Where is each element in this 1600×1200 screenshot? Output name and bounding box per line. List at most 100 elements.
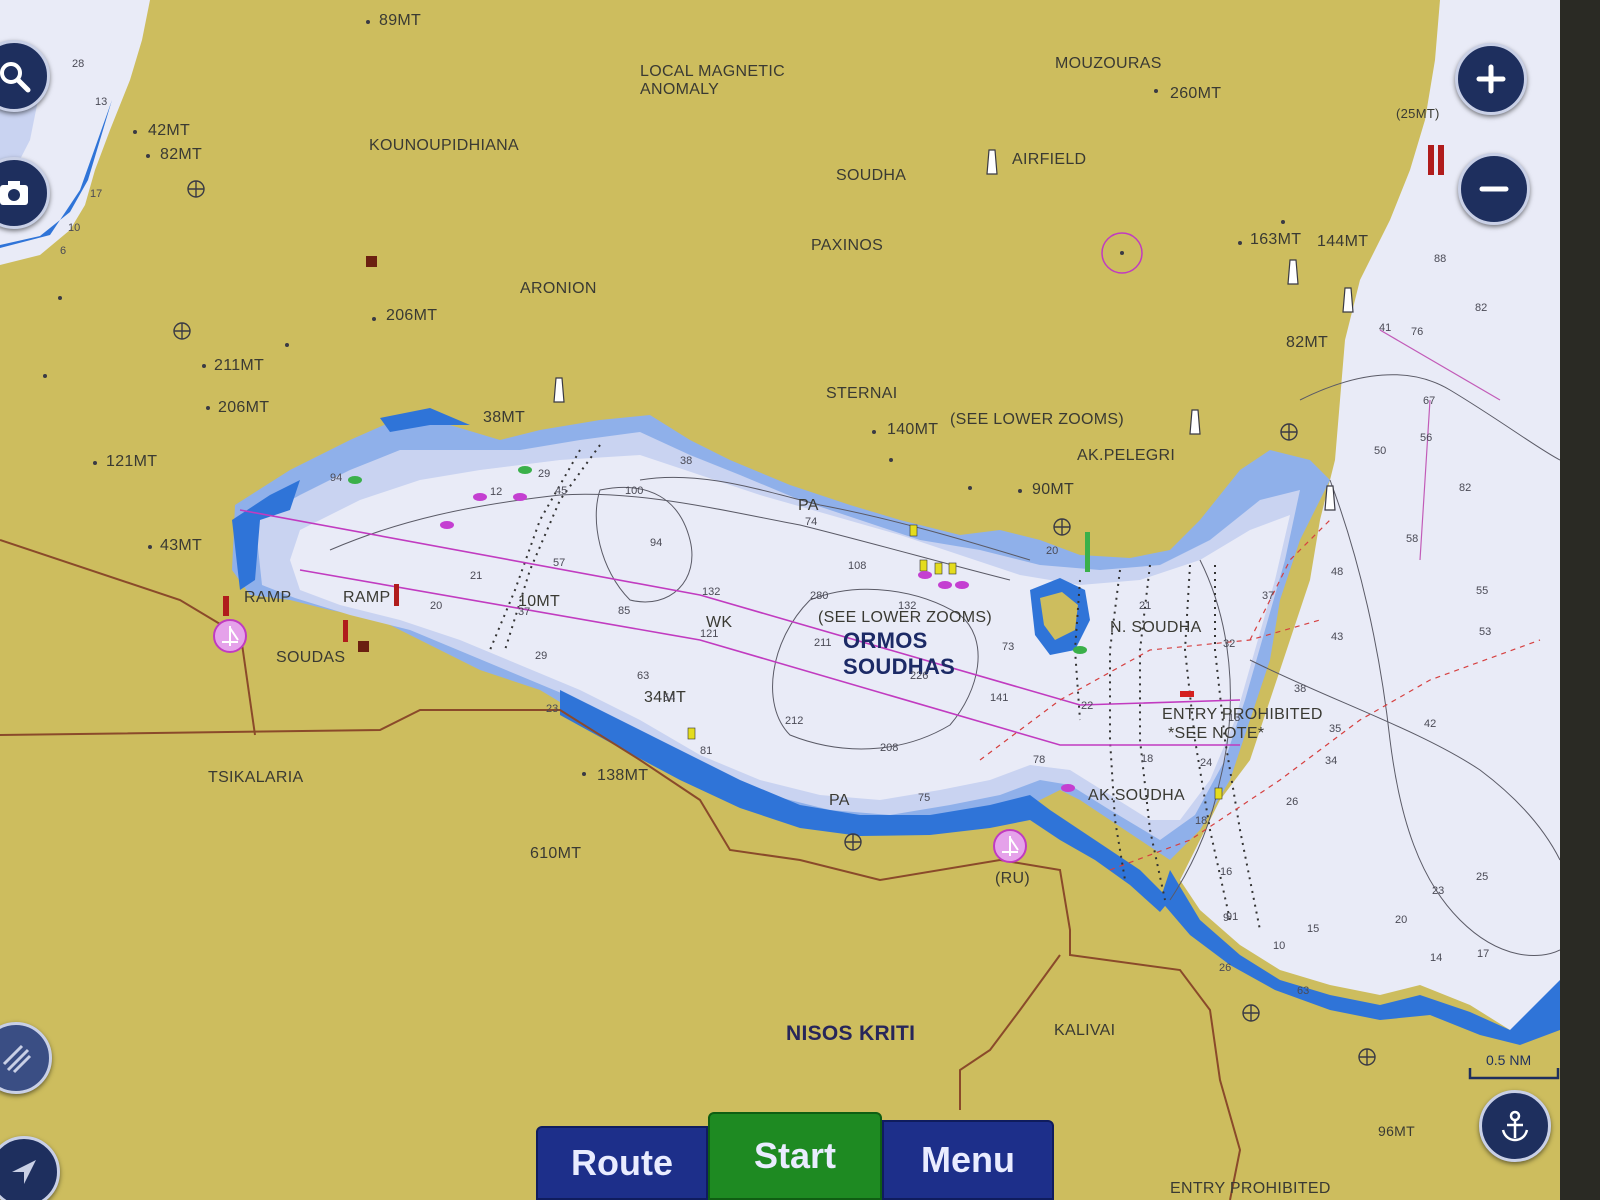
place-sternai: STERNAI: [826, 385, 898, 402]
depth-sounding: 48: [1331, 566, 1344, 578]
depth-sounding: 24: [1200, 757, 1213, 769]
height-82mt-north: 82MT: [160, 146, 203, 163]
depth-sounding: 17: [1477, 948, 1490, 960]
depth-sounding: 75: [918, 792, 931, 804]
height-138mt: 138MT: [597, 767, 649, 784]
place-kounoupidhiana: KOUNOUPIDHIANA: [369, 137, 519, 154]
height-38mt: 38MT: [483, 409, 526, 426]
place-paxinos: PAXINOS: [811, 237, 884, 254]
place-pa-1: PA: [798, 497, 819, 514]
height-43mt: 43MT: [160, 537, 203, 554]
depth-sounding: 226: [910, 670, 929, 682]
zoom-out-button[interactable]: [1458, 153, 1530, 225]
anchor-alarm-button[interactable]: [1479, 1090, 1551, 1162]
menu-button[interactable]: Menu: [882, 1120, 1054, 1200]
height-206mt-west: 206MT: [218, 399, 270, 416]
depth-sounding: 132: [898, 600, 917, 612]
depth-sounding: 82: [1459, 482, 1472, 494]
depth-sounding: 22: [1081, 700, 1094, 712]
scale-label: 0.5 NM: [1486, 1052, 1532, 1068]
depth-sounding: 42: [1424, 718, 1437, 730]
depth-sounding: 45: [555, 485, 568, 497]
depth-sounding: 212: [785, 715, 804, 727]
depth-sounding: 17: [90, 188, 103, 200]
depth-sounding: 21: [1139, 600, 1152, 612]
depth-sounding: 76: [1411, 326, 1424, 338]
depth-sounding: 121: [700, 628, 719, 640]
depth-sounding: 41: [1379, 322, 1392, 334]
depth-sounding: 74: [805, 516, 818, 528]
search-icon: [0, 62, 31, 93]
nautical-chart[interactable]: [0, 0, 1560, 1200]
depth-sounding: 57: [553, 557, 566, 569]
depth-sounding: 280: [810, 590, 829, 602]
height-610mt: 610MT: [530, 845, 582, 862]
place-n-soudha: N. SOUDHA: [1110, 619, 1202, 636]
route-button[interactable]: Route: [536, 1126, 708, 1200]
place-tsikalaria: TSIKALARIA: [208, 769, 304, 786]
depth-sounding: 82: [1475, 302, 1488, 314]
depth-sounding: 88: [1434, 253, 1447, 265]
depth-sounding: 38: [680, 455, 693, 467]
label-nisos-kriti: NISOS KRITI: [786, 1022, 916, 1045]
depth-sounding: 56: [1420, 432, 1433, 444]
depth-sounding: 94: [330, 472, 343, 484]
height-25mt: (25MT): [1396, 106, 1440, 121]
depth-sounding: 63: [637, 670, 650, 682]
navigation-arrow-icon: [12, 1160, 36, 1184]
start-button[interactable]: Start: [708, 1112, 882, 1200]
depth-sounding: 67: [1423, 395, 1436, 407]
place-pa-2: PA: [829, 792, 850, 809]
label-ormos-soudhas: ORMOS SOUDHAS: [843, 628, 956, 679]
depth-sounding: 26: [1219, 962, 1232, 974]
height-163mt: 163MT: [1250, 231, 1302, 248]
place-ramp-1: RAMP: [244, 589, 292, 606]
depth-sounding: 53: [1479, 626, 1492, 638]
place-soudha: SOUDHA: [836, 167, 907, 184]
depth-sounding: 208: [880, 742, 899, 754]
depth-sounding: 37: [518, 606, 531, 618]
depth-sounding: 20: [1046, 545, 1059, 557]
depth-sounding: 13: [1228, 712, 1241, 724]
depth-sounding: 54: [663, 692, 676, 704]
depth-sounding: 6: [60, 245, 67, 257]
zoom-in-button[interactable]: [1455, 43, 1527, 115]
depth-sounding: 63: [1297, 985, 1310, 997]
depth-sounding: 34: [1325, 755, 1338, 767]
depth-sounding: 81: [700, 745, 713, 757]
height-89mt: 89MT: [379, 12, 422, 29]
height-211mt: 211MT: [214, 357, 265, 374]
depth-sounding: 141: [990, 692, 1009, 704]
depth-sounding: 23: [1432, 885, 1445, 897]
depth-sounding: 28: [72, 58, 85, 70]
depth-sounding: 20: [430, 600, 443, 612]
depth-sounding: 85: [618, 605, 631, 617]
height-260mt: 260MT: [1170, 85, 1222, 102]
depth-sounding: 12: [490, 486, 503, 498]
chart-screen[interactable]: LOCAL MAGNETIC ANOMALY MOUZOURAS KOUNOUPI…: [0, 0, 1560, 1200]
place-see-lower-zooms-north: (SEE LOWER ZOOMS): [950, 411, 1124, 428]
depth-sounding: 21: [470, 570, 483, 582]
depth-sounding: 78: [1033, 754, 1046, 766]
depth-sounding: 20: [1395, 914, 1408, 926]
depth-sounding: 29: [538, 468, 551, 480]
height-144mt: 144MT: [1317, 233, 1369, 250]
bottom-action-bar: Route Start Menu: [536, 1108, 1054, 1200]
height-90mt: 90MT: [1032, 481, 1075, 498]
depth-sounding: 13: [95, 96, 108, 108]
depth-sounding: 100: [625, 485, 644, 497]
depth-sounding: 15: [1307, 923, 1320, 935]
depth-sounding: 14: [1430, 952, 1443, 964]
depth-sounding: 211: [814, 637, 832, 649]
depth-sounding: 132: [702, 586, 721, 598]
depth-sounding: 35: [1329, 723, 1342, 735]
height-42mt: 42MT: [148, 122, 191, 139]
height-206mt-north: 206MT: [386, 307, 438, 324]
depth-sounding: 16: [1220, 866, 1233, 878]
depth-sounding: 10: [68, 222, 81, 234]
place-aronion: ARONION: [520, 280, 597, 297]
place-mouzouras: MOUZOURAS: [1055, 55, 1162, 72]
height-140mt: 140MT: [887, 421, 939, 438]
place-ramp-2: RAMP: [343, 589, 391, 606]
depth-sounding: 43: [1331, 631, 1344, 643]
